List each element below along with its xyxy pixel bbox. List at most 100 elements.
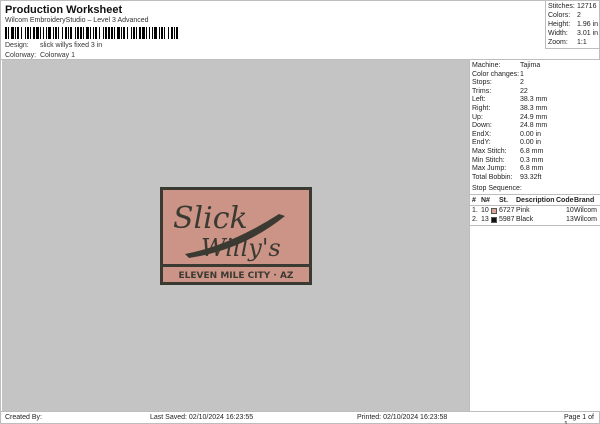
info-row: Down: 24.8 mm — [472, 122, 600, 129]
info-label: Stops: — [472, 79, 492, 87]
stat-value: 3.01 in — [577, 30, 599, 37]
info-label: Total Bobbin: — [472, 173, 513, 181]
barcode-bar — [178, 27, 181, 39]
stat-label: Zoom: — [548, 39, 568, 46]
stat-label: Height: — [548, 21, 571, 28]
info-label: Trims: — [472, 87, 492, 95]
stat-height: Height: 1.96 in — [548, 21, 600, 28]
info-value: 24.9 mm — [520, 113, 548, 121]
info-label: Left: — [472, 96, 486, 104]
info-label: Right: — [472, 105, 491, 112]
info-label: Max Stitch: — [472, 148, 507, 155]
colorway-row: Colorway: Colorway 1 — [5, 52, 75, 59]
row-brand: Wilcom — [574, 216, 597, 223]
row-code: 10 — [566, 207, 574, 214]
color-swatch — [491, 217, 497, 223]
row-num: 2. — [472, 216, 478, 223]
stat-value: 12716 — [577, 3, 597, 10]
table-row: 1. 10 6727 Pink 10 Wilcom — [472, 207, 600, 216]
software-name: Wilcom EmbroideryStudio – Level 3 Advanc… — [5, 17, 149, 24]
stat-width: Width: 3.01 in — [548, 30, 600, 37]
info-value: 0.3 mm — [520, 156, 544, 164]
col-needle: N# — [481, 197, 490, 204]
page-title: Production Worksheet — [5, 4, 123, 16]
stop-sequence-title: Stop Sequence: — [472, 185, 522, 192]
patch-text-slick: Slick — [173, 201, 248, 236]
info-row: Total Bobbin: 93.32ft — [472, 174, 600, 181]
design-value: slick willys fixed 3 in — [39, 42, 103, 49]
patch-text-city: ELEVEN MILE CITY · AZ — [179, 271, 294, 281]
colorway-label: Colorway: — [5, 52, 37, 59]
footer-printed: Printed: 02/10/2024 16:23:58 — [357, 414, 448, 421]
patch-text-willys: Willy's — [201, 234, 281, 262]
stat-value: 1.96 in — [577, 21, 599, 28]
footer-last-saved: Last Saved: 02/10/2024 16:23:55 — [150, 414, 254, 421]
info-label: EndX: — [472, 130, 492, 138]
info-value: 0.00 in — [520, 139, 542, 147]
info-label: Max Jump: — [472, 165, 507, 173]
info-row: Trims: 22 — [472, 88, 600, 95]
info-value: 0.00 in — [520, 130, 542, 138]
info-row: Stops: 2 — [472, 79, 600, 86]
info-row: Max Stitch: 6.8 mm — [472, 148, 600, 155]
info-label: Machine: — [472, 62, 501, 69]
footer-divider — [1, 411, 600, 412]
row-stitches: 6727 — [499, 207, 515, 214]
info-label: Color changes: — [472, 70, 520, 78]
stop-divider — [470, 205, 600, 206]
info-value: 93.32ft — [520, 173, 542, 181]
row-needle: 10 — [481, 207, 489, 214]
col-num: # — [472, 197, 476, 204]
stats-box: Stitches: 12716 Colors: 2 Height: 1.96 in W… — [545, 1, 600, 49]
row-brand: Wilcom — [574, 207, 597, 214]
stat-stitches: Stitches: 12716 — [548, 3, 600, 10]
stat-colors: Colors: 2 — [548, 12, 600, 19]
col-brand: Brand — [574, 197, 595, 204]
row-code: 13 — [566, 216, 574, 223]
footer-created-by: Created By: — [5, 414, 42, 421]
info-row: Min Stitch: 0.3 mm — [472, 157, 600, 164]
info-label: Up: — [472, 113, 483, 121]
table-row: 2. 13 5987 Black 13 Wilcom — [472, 216, 600, 225]
col-description: Description — [516, 197, 555, 204]
info-row: Right: 38.3 mm — [472, 105, 600, 112]
info-value: 1 — [520, 70, 524, 78]
info-value: 24.8 mm — [520, 122, 548, 130]
info-row: Max Jump: 6.8 mm — [472, 165, 600, 172]
info-label: EndY: — [472, 139, 491, 147]
row-description: Pink — [516, 207, 530, 214]
stat-label: Colors: — [548, 12, 571, 19]
col-stitches: St. — [499, 197, 508, 204]
col-code: Code — [556, 197, 574, 204]
design-label: Design: — [5, 42, 29, 49]
info-row: EndX: 0.00 in — [472, 131, 600, 138]
colorway-value: Colorway 1 — [39, 52, 75, 59]
info-value: 22 — [520, 87, 528, 95]
stat-label: Width: — [548, 30, 568, 37]
info-row: Up: 24.9 mm — [472, 114, 600, 121]
info-row: EndY: 0.00 in — [472, 139, 600, 146]
info-value: Tajima — [520, 62, 541, 69]
info-value: 2 — [520, 79, 524, 87]
design-row: Design: slick willys fixed 3 in — [5, 42, 102, 49]
row-stitches: 5987 — [499, 216, 515, 223]
info-row: Left: 38.3 mm — [472, 96, 600, 103]
embroidery-patch: Slick Willy's ELEVEN MILE CITY · AZ — [160, 187, 312, 285]
info-row: Machine: Tajima — [472, 62, 600, 69]
info-value: 38.3 mm — [520, 96, 548, 104]
info-label: Down: — [472, 122, 492, 130]
stat-label: Stitches: — [548, 3, 575, 10]
barcode — [5, 27, 183, 39]
color-swatch — [491, 208, 497, 214]
info-value: 6.8 mm — [520, 148, 544, 155]
row-num: 1. — [472, 207, 478, 214]
stop-divider — [470, 225, 600, 226]
info-row: Color changes:1 — [472, 71, 600, 78]
footer-page-number: Page 1 of 1 — [564, 414, 594, 424]
row-description: Black — [516, 216, 534, 223]
info-panel: Machine: Tajima Color changes:1 Stops: 2 Trim… — [469, 60, 600, 411]
worksheet-page: Production Worksheet Wilcom EmbroiderySt… — [0, 0, 600, 424]
row-needle: 13 — [481, 216, 489, 223]
stat-value: 2 — [577, 12, 581, 19]
stat-value: 1:1 — [577, 39, 587, 46]
